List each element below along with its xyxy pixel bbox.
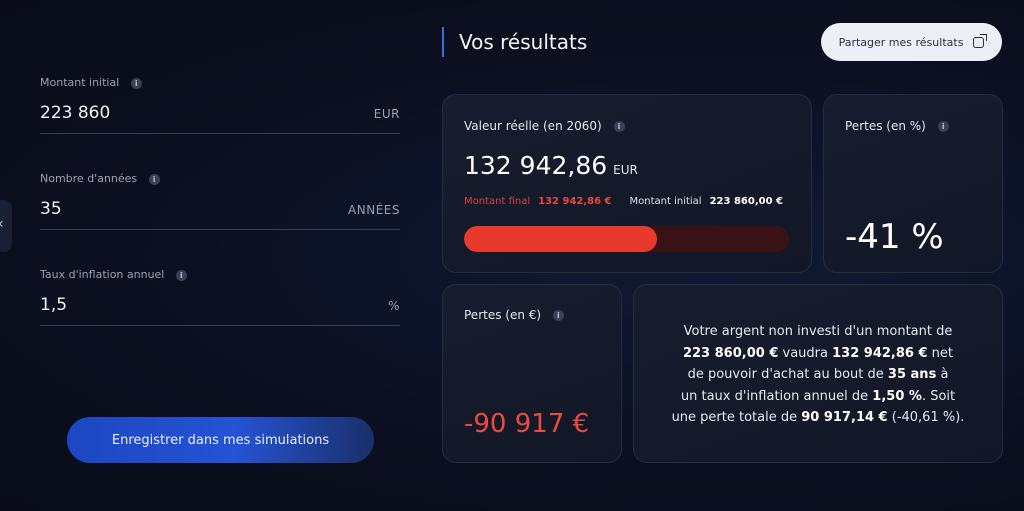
save-simulation-button[interactable]: Enregistrer dans mes simulations <box>67 417 374 463</box>
real-value-title: Valeur réelle (en 2060) <box>464 119 602 133</box>
loss-percent-title-row: Pertes (en %) i <box>845 119 949 133</box>
summary-initial-amount: 223 860,00 € <box>682 345 779 361</box>
final-amount-legend: Montant final 132 942,86 € <box>464 196 612 207</box>
summary-text-part: un taux d'inflation annuel de <box>680 388 869 404</box>
value-progress-track <box>464 226 789 252</box>
loss-euro-title: Pertes (en €) <box>464 308 542 322</box>
summary-total-loss: 90 917,14 € <box>801 410 888 425</box>
summary-text-part: vaudra <box>782 345 828 361</box>
summary-text-part: Votre argent non investi d'un montant de <box>683 324 953 339</box>
summary-text-part: une perte totale de <box>671 410 798 425</box>
inflation-field: Taux d'inflation annuel i 1,5 % <box>40 268 400 326</box>
real-value-title-row: Valeur réelle (en 2060) i <box>464 119 625 133</box>
info-icon[interactable]: i <box>937 121 949 132</box>
years-field: Nombre d'années i 35 ANNÉES <box>40 172 400 230</box>
share-results-label: Partager mes résultats <box>838 35 964 49</box>
info-icon[interactable]: i <box>130 77 142 89</box>
inflation-label-row: Taux d'inflation annuel i <box>40 268 400 281</box>
initial-amount-legend-label: Montant initial <box>629 196 702 207</box>
summary-inflation: 1,50 % <box>872 388 922 404</box>
initial-amount-field: Montant initial i 223 860 EUR <box>40 76 400 134</box>
initial-amount-legend-value: 223 860,00 € <box>709 196 783 207</box>
summary-text-part: à <box>940 367 949 382</box>
initial-amount-input[interactable]: 223 860 EUR <box>40 103 400 134</box>
title-accent-bar <box>442 27 444 57</box>
inflation-value[interactable]: 1,5 <box>40 295 67 315</box>
initial-amount-label-row: Montant initial i <box>40 76 400 89</box>
info-icon[interactable]: i <box>175 269 187 281</box>
summary-years: 35 ans <box>887 367 937 382</box>
loss-percent-title: Pertes (en %) <box>845 119 926 133</box>
collapse-panel-tab[interactable]: ‹ <box>0 200 12 252</box>
inflation-input[interactable]: 1,5 % <box>40 295 400 326</box>
real-value-number: 132 942,86 <box>464 151 608 180</box>
summary-text-part: net <box>931 345 954 361</box>
years-label-row: Nombre d'années i <box>40 172 400 185</box>
loss-percent-card: Pertes (en %) i -41 % <box>823 94 1003 273</box>
chevron-left-icon: ‹ <box>0 216 4 232</box>
summary-card: Votre argent non investi d'un montant de… <box>633 284 1003 463</box>
loss-euro-title-row: Pertes (en €) i <box>464 308 564 322</box>
years-value[interactable]: 35 <box>40 199 62 219</box>
summary-final-amount: 132 942,86 € <box>832 345 928 361</box>
initial-amount-unit: EUR <box>373 107 400 121</box>
summary-text-part: (-40,61 %). <box>891 410 965 425</box>
value-progress-fill <box>464 226 658 252</box>
final-amount-label: Montant final <box>464 196 531 207</box>
loss-euro-card: Pertes (en €) i -90 917 € <box>442 284 622 463</box>
years-input[interactable]: 35 ANNÉES <box>40 199 400 230</box>
real-value-currency: EUR <box>613 163 638 177</box>
summary-text-part: de pouvoir d'achat au bout de <box>687 367 884 382</box>
summary-text-part: . Soit <box>921 388 956 404</box>
years-unit: ANNÉES <box>348 203 400 217</box>
real-value-card: Valeur réelle (en 2060) i 132 942,86 EUR … <box>442 94 812 273</box>
initial-amount-value[interactable]: 223 860 <box>40 103 110 123</box>
info-icon[interactable]: i <box>148 173 160 185</box>
initial-amount-legend: Montant initial 223 860,00 € <box>630 196 783 207</box>
loss-percent-value: -41 % <box>845 217 944 257</box>
inflation-unit: % <box>388 299 400 313</box>
info-icon[interactable]: i <box>613 121 625 132</box>
info-icon[interactable]: i <box>552 310 564 321</box>
real-value-amount: 132 942,86 EUR <box>464 151 638 180</box>
comparison-legend: Montant final 132 942,86 € Montant initia… <box>464 196 783 207</box>
years-label: Nombre d'années <box>40 172 138 185</box>
loss-euro-value: -90 917 € <box>464 409 590 439</box>
share-icon <box>973 33 988 48</box>
share-results-button[interactable]: Partager mes résultats <box>821 23 1002 61</box>
page-title: Vos résultats <box>459 30 588 54</box>
summary-text: Votre argent non investi d'un montant de… <box>654 321 982 429</box>
initial-amount-label: Montant initial <box>40 76 120 89</box>
inflation-label: Taux d'inflation annuel <box>40 268 165 281</box>
final-amount-value: 132 942,86 € <box>538 196 612 207</box>
